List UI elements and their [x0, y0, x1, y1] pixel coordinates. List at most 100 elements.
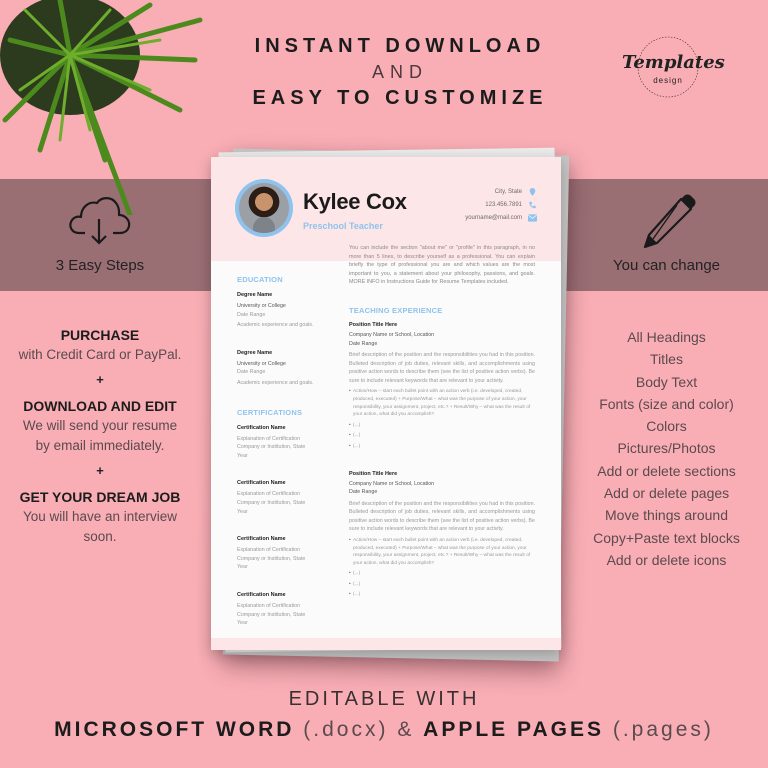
certification-item: Certification Name Explanation of Certif…: [237, 536, 329, 572]
steps-panel-header: 3 Easy Steps: [0, 179, 200, 274]
footer-word-ext: (.docx): [303, 718, 389, 741]
logo-name: Templates: [622, 52, 725, 73]
certification-item: Certification Name Explanation of Certif…: [237, 425, 329, 461]
avatar-photo: [239, 183, 289, 233]
avatar: [235, 179, 293, 237]
certification-company: Company or Institution, State: [237, 499, 306, 506]
headline-line-2: AND: [371, 62, 428, 82]
step-separator: +: [96, 372, 104, 387]
headline: INSTANT DOWNLOAD AND EASY TO CUSTOMIZE: [200, 32, 600, 112]
footer-editable-with: EDITABLE WITH: [288, 688, 480, 710]
education-notes: Academic experience and goals.: [237, 322, 314, 329]
education-item: Degree Name University or College Date R…: [237, 350, 329, 388]
school-name: University or College: [237, 303, 286, 309]
degree-name: Degree Name: [237, 349, 273, 356]
contact-email-text: yourname@mail.com: [465, 214, 522, 221]
education-item: Degree Name University or College Date R…: [237, 292, 329, 330]
contact-phone: 123.456.7891: [465, 198, 537, 211]
bullet-item: (...): [349, 422, 535, 430]
certification-year: Year: [237, 452, 248, 459]
change-item: Add or delete pages: [603, 485, 730, 502]
bullet-item: (...): [349, 581, 535, 589]
footer-pages-ext: (.pages): [612, 718, 714, 741]
mail-icon: [528, 213, 537, 222]
contact-location: City, State: [465, 185, 537, 198]
certification-explanation: Explanation of Certification: [237, 435, 301, 442]
certification-item: Certification Name Explanation of Certif…: [237, 480, 329, 516]
contact-email: yourname@mail.com: [465, 211, 537, 224]
footer: EDITABLE WITH MICROSOFT WORD (.docx) & A…: [0, 686, 768, 747]
bullet-item: Action/How – start each bullet point wit…: [349, 388, 535, 418]
step-title: DOWNLOAD AND EDIT: [23, 398, 177, 414]
cloud-download-icon: [69, 197, 131, 245]
change-item: Fonts (size and color): [599, 395, 734, 412]
step-desc: with Credit Card or PayPal.: [18, 347, 182, 362]
changes-panel-header: You can change: [565, 179, 768, 274]
footer-pages: APPLE PAGES: [423, 718, 604, 741]
date-range: Date Range: [237, 369, 266, 376]
certification-item: Certification Name Explanation of Certif…: [237, 592, 329, 628]
steps-list: PURCHASE with Credit Card or PayPal. + D…: [0, 325, 200, 547]
bullet-item: (...): [349, 432, 535, 440]
resume-preview: Kylee Cox Preschool Teacher City, State …: [211, 157, 561, 650]
templates-design-logo: Templates design: [618, 30, 725, 130]
change-item: Body Text: [635, 373, 698, 390]
school-name: University or College: [237, 360, 286, 367]
experience-item: Position Title Here Company Name or Scho…: [349, 471, 535, 600]
date-range: Date Range: [237, 311, 266, 318]
resume-right-column: TEACHING EXPERIENCE Position Title Here …: [349, 306, 535, 619]
bullet-item: (...): [349, 591, 535, 599]
step-desc: soon.: [83, 529, 117, 544]
change-item: Titles: [650, 351, 683, 368]
change-item: Copy+Paste text blocks: [593, 529, 740, 546]
change-item: All Headings: [627, 329, 706, 345]
change-item: Move things around: [605, 507, 728, 524]
certification-company: Company or Institution, State: [237, 555, 306, 562]
resume-left-column: EDUCATION Degree Name University or Coll…: [237, 275, 329, 648]
company-name: Company Name or School, Location: [349, 332, 435, 338]
certification-explanation: Explanation of Certification: [237, 547, 301, 554]
position-title: Position Title Here: [349, 322, 398, 328]
education-notes: Academic experience and goals.: [237, 379, 314, 386]
position-title: Position Title Here: [349, 470, 398, 477]
step-title: PURCHASE: [60, 327, 140, 343]
certification-name: Certification Name: [237, 424, 286, 431]
logo-subtitle: design: [653, 76, 683, 85]
education-title: EDUCATION: [237, 275, 283, 284]
step-purchase: PURCHASE with Credit Card or PayPal.: [0, 325, 200, 365]
step-dream-job: GET YOUR DREAM JOB You will have an inte…: [0, 487, 200, 547]
certification-year: Year: [237, 508, 248, 515]
changes-list: All Headings Titles Body Text Fonts (siz…: [565, 326, 768, 571]
date-range: Date Range: [349, 489, 378, 496]
step-desc: We will send your resume: [22, 418, 178, 433]
step-desc: You will have an interview: [22, 509, 178, 524]
bullet-list: Action/How – start each bullet point wit…: [349, 537, 535, 599]
pencil-icon: [643, 194, 695, 249]
certifications-title: CERTIFICATIONS: [237, 407, 303, 417]
certification-explanation: Explanation of Certification: [237, 491, 301, 498]
bullet-item: (...): [349, 443, 535, 451]
position-description: Brief description of the position and th…: [349, 352, 535, 384]
degree-name: Degree Name: [237, 292, 273, 298]
resume-job-title: Preschool Teacher: [303, 221, 383, 231]
certification-year: Year: [237, 564, 248, 571]
step-desc: by email immediately.: [35, 438, 165, 453]
headline-line-3: EASY TO CUSTOMIZE: [252, 87, 548, 109]
contact-phone-text: 123.456.7891: [485, 201, 522, 208]
step-separator: +: [96, 463, 104, 478]
footer-apps: MICROSOFT WORD (.docx) & APPLE PAGES (.p…: [0, 713, 768, 747]
company-name: Company Name or School, Location: [349, 480, 435, 487]
certification-name: Certification Name: [237, 591, 286, 598]
change-item: Pictures/Photos: [617, 440, 716, 457]
experience-title: TEACHING EXPERIENCE: [349, 306, 443, 315]
contact-location-text: City, State: [494, 188, 522, 195]
certification-explanation: Explanation of Certification: [237, 602, 301, 609]
certification-company: Company or Institution, State: [237, 611, 306, 618]
footer-amp: &: [397, 718, 415, 741]
position-description: Brief description of the position and th…: [349, 500, 535, 533]
change-item: Add or delete sections: [597, 462, 736, 479]
bullet-item: Action/How – start each bullet point wit…: [349, 537, 535, 567]
steps-heading: 3 Easy Steps: [55, 257, 145, 274]
certification-company: Company or Institution, State: [237, 444, 306, 451]
resume-about: You can include the section "about me" o…: [349, 245, 535, 286]
